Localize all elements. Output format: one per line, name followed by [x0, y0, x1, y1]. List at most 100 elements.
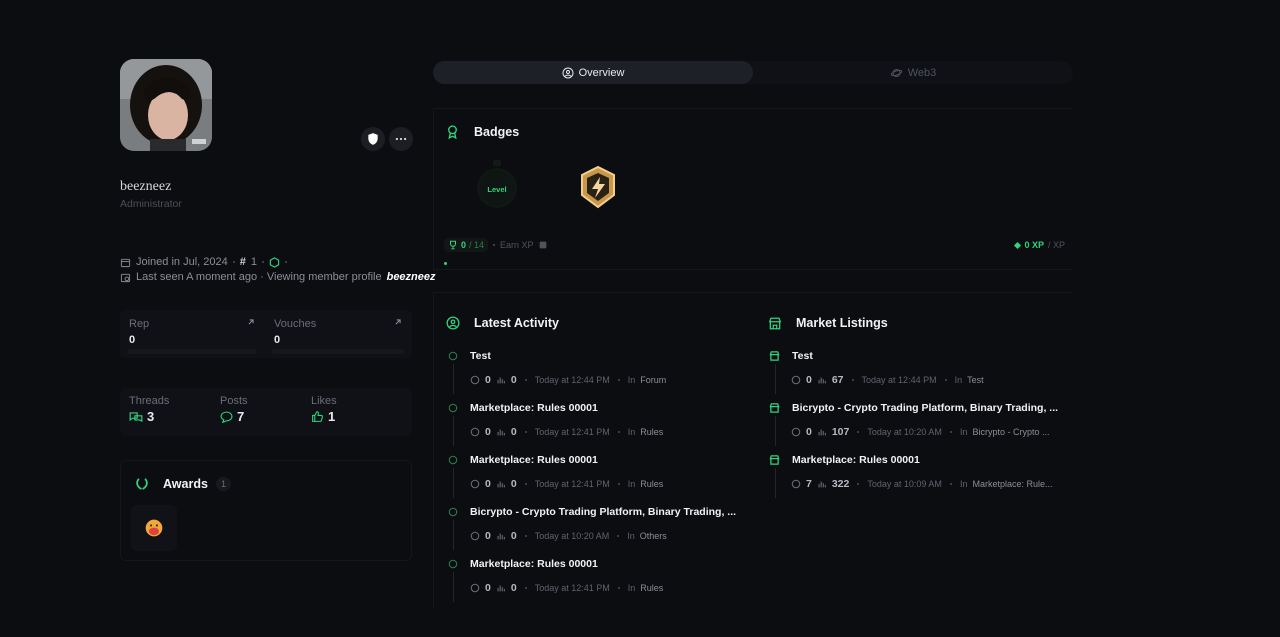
- latest-activity-header: Latest Activity: [446, 316, 559, 330]
- vouches-stat: Vouches 0: [274, 318, 316, 346]
- profile-tabs: Overview Web3: [433, 61, 1073, 84]
- rep-stat: Rep 0: [129, 318, 149, 346]
- activity-time: Today at 12:41 PM: [534, 479, 610, 489]
- rank-prefix: #: [239, 256, 246, 268]
- vouches-value: 0: [274, 334, 281, 346]
- trophy-icon: [449, 240, 457, 250]
- listing-title: Bicrypto - Crypto Trading Platform, Bina…: [792, 402, 1059, 414]
- xp-suffix: / XP: [1047, 240, 1065, 250]
- storefront-icon: [769, 351, 780, 361]
- listing-location[interactable]: Bicrypto - Crypto ...: [972, 427, 1049, 437]
- activity-title: Marketplace: Rules 00001: [470, 454, 598, 466]
- joined-line: Joined in Jul, 2024 # 1: [120, 256, 287, 268]
- activity-replies: 0: [485, 582, 491, 594]
- activity-item[interactable]: Test 0 0 Today at 12:44 PM In Forum: [448, 350, 666, 386]
- arrow-up-right-icon[interactable]: [246, 317, 256, 327]
- posts-value: 7: [237, 409, 245, 424]
- activity-location[interactable]: Rules: [640, 583, 663, 593]
- activity-item[interactable]: Bicrypto - Crypto Trading Platform, Bina…: [448, 506, 736, 542]
- market-listings-title: Market Listings: [796, 316, 888, 330]
- shield-button[interactable]: [361, 127, 385, 151]
- arrow-up-right-icon[interactable]: [393, 317, 403, 327]
- views-chart-icon: [818, 429, 826, 436]
- rep-value: 0: [129, 334, 136, 346]
- listing-time: Today at 10:20 AM: [867, 427, 942, 437]
- activity-replies: 0: [485, 478, 491, 490]
- posts-stat[interactable]: Posts 7: [220, 395, 248, 424]
- tab-overview-label: Overview: [578, 66, 625, 79]
- activity-in: In: [627, 427, 636, 437]
- activity-title: Marketplace: Rules 00001: [470, 402, 598, 414]
- comment-icon: [470, 427, 480, 437]
- listing-location[interactable]: Test: [967, 375, 984, 385]
- listing-item[interactable]: Test 0 67 Today at 12:44 PM In Test: [769, 350, 984, 386]
- views-chart-icon: [818, 481, 826, 488]
- badges-progress-total: / 14: [469, 240, 485, 250]
- listing-item[interactable]: Marketplace: Rules 00001 7 322 Today at …: [769, 454, 1053, 490]
- comment-icon: [470, 479, 480, 489]
- listing-item[interactable]: Bicrypto - Crypto Trading Platform, Bina…: [769, 402, 1058, 438]
- chat-bubble-icon: [220, 411, 233, 423]
- likes-stat[interactable]: Likes 1: [311, 395, 337, 424]
- rep-bar: [127, 349, 257, 354]
- viewing-member-name[interactable]: beezneez: [387, 271, 436, 283]
- listing-time: Today at 10:09 AM: [867, 479, 942, 489]
- activity-location[interactable]: Others: [640, 531, 667, 541]
- joined-date: Joined in Jul, 2024: [136, 256, 228, 268]
- badges-progress: 0 / 14: [444, 238, 489, 252]
- activity-stats-card: Threads 3 Posts 7 Likes 1: [120, 388, 412, 436]
- xp-readout: 0 XP / XP: [1014, 240, 1065, 250]
- chat-bubble-icon: [448, 559, 458, 569]
- info-square-icon[interactable]: [539, 241, 547, 249]
- awards-title: Awards: [163, 477, 208, 491]
- market-listings-header: Market Listings: [768, 316, 888, 330]
- storefront-icon: [769, 403, 780, 413]
- activity-location[interactable]: Rules: [640, 427, 663, 437]
- activity-views: 0: [510, 478, 517, 490]
- activity-views: 0: [510, 530, 517, 542]
- chat-bubble-icon: [448, 351, 458, 361]
- rep-label: Rep: [129, 318, 150, 330]
- activity-item[interactable]: Marketplace: Rules 00001 0 0 Today at 12…: [448, 558, 663, 594]
- tabs-divider: [433, 108, 1073, 109]
- level-badge-label: Level: [487, 185, 507, 194]
- crest-badge[interactable]: [578, 165, 618, 209]
- more-options-button[interactable]: [389, 127, 413, 151]
- chat-bubble-icon: [448, 507, 458, 517]
- chat-bubble-icon: [448, 455, 458, 465]
- last-seen-text: Last seen A moment ago · Viewing member …: [136, 271, 382, 283]
- posts-label: Posts: [220, 395, 248, 407]
- activity-in: In: [627, 375, 636, 385]
- views-chart-icon: [497, 429, 505, 436]
- chat-bubble-icon: [448, 403, 458, 413]
- clock-calendar-icon: [120, 273, 131, 282]
- award-item[interactable]: [131, 505, 177, 551]
- storefront-icon: [768, 317, 782, 329]
- threads-stat[interactable]: Threads 3: [129, 395, 169, 424]
- award-emoji-icon: [145, 519, 163, 537]
- awards-count: 1: [215, 477, 231, 491]
- level-badge[interactable]: Level: [474, 160, 520, 208]
- comment-icon: [791, 375, 801, 385]
- activity-title: Marketplace: Rules 00001: [470, 558, 598, 570]
- activity-time: Today at 12:41 PM: [534, 583, 610, 593]
- activity-time: Today at 10:20 AM: [534, 531, 610, 541]
- tab-overview[interactable]: Overview: [433, 61, 753, 84]
- activity-item[interactable]: Marketplace: Rules 00001 0 0 Today at 12…: [448, 402, 663, 438]
- badges-title: Badges: [474, 125, 520, 139]
- listing-location[interactable]: Marketplace: Rule...: [972, 479, 1052, 489]
- activity-item[interactable]: Marketplace: Rules 00001 0 0 Today at 12…: [448, 454, 663, 490]
- activity-location[interactable]: Forum: [640, 375, 666, 385]
- xp-progress-indicator: [444, 262, 447, 265]
- tab-web3[interactable]: Web3: [753, 61, 1073, 84]
- comment-icon: [470, 375, 480, 385]
- avatar[interactable]: [120, 59, 212, 151]
- listing-views: 322: [831, 478, 850, 490]
- user-role: Administrator: [120, 198, 182, 210]
- chat-bubbles-icon: [129, 411, 143, 422]
- activity-location[interactable]: Rules: [640, 479, 663, 489]
- activity-title: Bicrypto - Crypto Trading Platform, Bina…: [470, 506, 737, 518]
- latest-activity-title: Latest Activity: [474, 316, 559, 330]
- activity-title: Test: [470, 350, 491, 362]
- comment-icon: [470, 583, 480, 593]
